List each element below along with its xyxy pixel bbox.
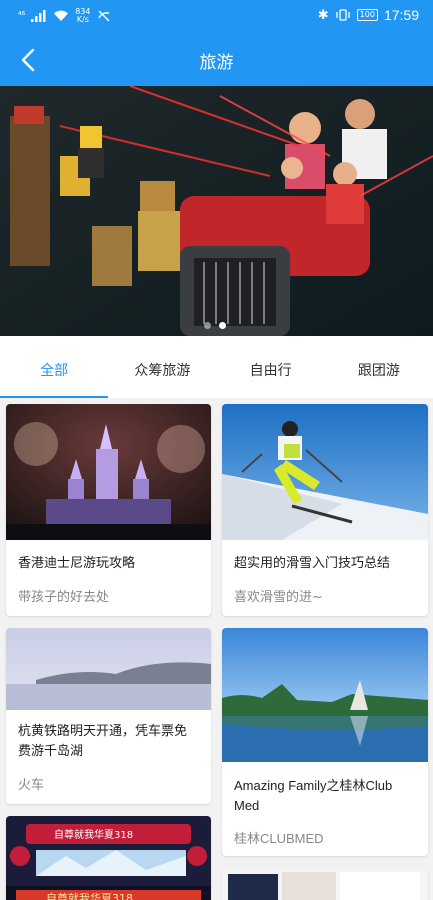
poster-banner-text: 自尊就我华夏318 [46,892,133,900]
tab-label: 自由行 [249,363,292,379]
clock: 17:59 [383,7,419,23]
article-image [222,628,428,762]
banner-carousel[interactable] [0,86,433,336]
page-title: 旅游 [199,53,234,73]
article-card[interactable]: 自尊就我华夏318 自尊就我华夏318 [6,816,211,900]
article-image [222,868,428,900]
tab-independent-travel[interactable]: 自由行 [217,336,325,398]
article-card[interactable]: 杭黄铁路明天开通，凭车票免费游千岛湖 火车 [6,628,211,804]
article-subtitle: 带孩子的好去处 [18,590,110,605]
tab-label: 全部 [40,363,69,379]
article-card[interactable] [222,868,428,900]
battery-icon: 100 [356,9,378,21]
wifi-icon [54,10,69,21]
article-card[interactable]: 香港迪士尼游玩攻略 带孩子的好去处 [6,404,211,616]
tab-label: 跟团游 [357,363,400,379]
signal-icon [31,10,46,22]
article-card[interactable]: 超实用的滑雪入门技巧总结 喜欢滑雪的进~ [222,404,428,616]
guilin-lake-image [222,628,428,762]
article-card[interactable]: Amazing Family之桂林Club Med 桂林CLUBMED [222,628,428,856]
bluetooth-icon: ✱ [317,7,329,23]
article-title: Amazing Family之桂林Club Med [234,778,393,813]
article-title: 香港迪士尼游玩攻略 [18,556,136,571]
article-subtitle: 火车 [18,778,45,793]
article-image [222,404,428,540]
sim-off-icon [97,10,110,22]
article-title: 超实用的滑雪入门技巧总结 [234,556,391,571]
tab-crowdfunding-travel[interactable]: 众筹旅游 [108,336,216,398]
banner-image [0,86,433,336]
status-bar: ⁴⁶ 834 K/s ✱ 100 17:59 [0,0,433,34]
network-type-label: ⁴⁶ [18,11,26,21]
article-image: 自尊就我华夏318 自尊就我华夏318 [6,816,211,900]
passport-image [222,868,428,900]
tab-label: 众筹旅游 [134,363,191,379]
article-image [6,404,211,540]
network-speed: 834 K/s [75,8,90,24]
article-subtitle: 喜欢滑雪的进~ [234,590,323,605]
tab-all[interactable]: 全部 [0,336,109,398]
article-title: 杭黄铁路明天开通，凭车票免费游千岛湖 [18,724,188,759]
tab-active-indicator [0,396,109,398]
skier-image [222,404,428,540]
article-subtitle: 桂林CLUBMED [234,831,324,846]
category-tabs: 全部 众筹旅游 自由行 跟团游 [0,336,433,398]
carousel-dot-active[interactable] [219,322,226,329]
vibrate-icon [336,9,350,21]
misty-lake-image [6,628,211,710]
carousel-indicator [204,322,226,329]
tab-group-tour[interactable]: 跟团游 [325,336,433,398]
network-speed-unit: K/s [76,15,89,24]
app-header: 旅游 [0,34,433,86]
castle-fireworks-image [6,404,211,540]
article-image [6,628,211,710]
carousel-dot[interactable] [204,322,211,329]
poster-brand-text: 自尊就我华夏318 [54,830,134,841]
